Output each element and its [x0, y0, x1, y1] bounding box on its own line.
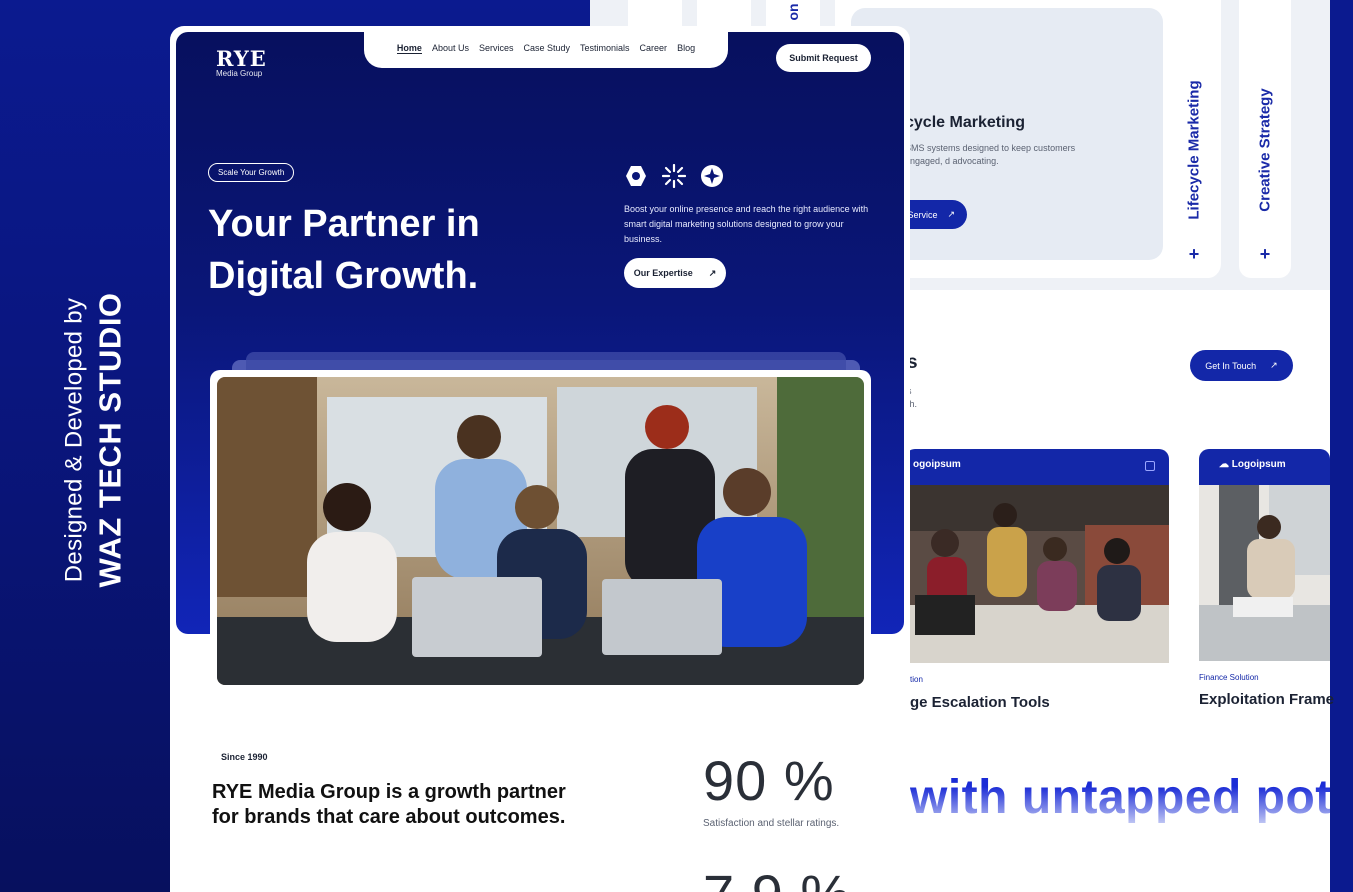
case-card-tag: Finance Solution	[1199, 673, 1259, 682]
case-card[interactable]: ogoipsum	[905, 449, 1169, 663]
stat-satisfaction-value: 90 %	[703, 749, 835, 812]
marquee-text: with untapped pot	[910, 771, 1330, 824]
hero-team-photo	[210, 370, 871, 688]
stat-satisfaction-label: Satisfaction and stellar ratings.	[703, 818, 840, 829]
brand-logo[interactable]: RYE Media Group	[216, 46, 267, 78]
hexagon-icon	[624, 164, 648, 188]
top-card-fragment	[628, 0, 682, 26]
hero-badge: Scale Your Growth	[208, 163, 295, 182]
brand-mark: RYE	[216, 46, 267, 71]
tab-lifecycle-marketing[interactable]: Lifecycle Marketing +	[1168, 0, 1220, 278]
since-label: Since 1990	[221, 752, 268, 762]
arrow-up-right-icon: ↗	[708, 267, 717, 278]
nav-about-us[interactable]: About Us	[432, 43, 469, 53]
landing-page: RYE Media Group Home About Us Services C…	[170, 26, 910, 892]
sparkle-circle-icon	[700, 164, 724, 188]
service-title: cycle Marketing	[905, 114, 1026, 131]
tab-label: Creative Strategy	[1256, 88, 1274, 212]
our-expertise-button[interactable]: Our Expertise ↗	[624, 258, 726, 288]
arrow-up-right-icon: ↗	[947, 209, 955, 219]
credit-vertical: Designed & Developed by WAZ TECH STUDIO	[40, 80, 150, 800]
nav-testimonials[interactable]: Testimonials	[580, 43, 630, 53]
get-in-touch-label: Get In Touch	[1205, 360, 1257, 371]
case-card-logo: ☁ Logoipsum	[1219, 459, 1286, 470]
hero-description: Boost your online presence and reach the…	[624, 204, 869, 244]
case-card-title[interactable]: Exploitation Frame	[1199, 691, 1334, 708]
arrow-up-right-icon: ↗	[1270, 360, 1278, 370]
brand-subtitle: Media Group	[216, 69, 263, 78]
stat-secondary-value: 7 9 %	[703, 862, 851, 892]
case-card-photo	[905, 485, 1169, 663]
submit-request-button[interactable]: Submit Request	[776, 44, 871, 72]
nav-home[interactable]: Home	[396, 43, 422, 54]
expand-icon[interactable]	[1145, 461, 1155, 471]
credit-line-2: WAZ TECH STUDIO	[93, 292, 129, 588]
hero-headline: Your Partner in Digital Growth.	[208, 203, 480, 297]
nav-case-study[interactable]: Case Study	[523, 43, 570, 53]
nav-blog[interactable]: Blog	[677, 43, 695, 53]
nav-services[interactable]: Services	[479, 43, 514, 53]
plus-icon: +	[1188, 244, 1200, 264]
case-card[interactable]: ☁ Logoipsum	[1199, 449, 1330, 661]
about-statement: RYE Media Group is a growth partner for …	[212, 781, 566, 828]
get-in-touch-button[interactable]: Get In Touch ↗	[1190, 350, 1293, 381]
our-expertise-label: Our Expertise	[633, 268, 693, 278]
sunburst-icon	[662, 164, 686, 188]
tab-creative-strategy[interactable]: Creative Strategy +	[1239, 0, 1291, 278]
credit-line-1: Designed & Developed by	[61, 297, 89, 583]
top-card-fragment	[697, 0, 751, 26]
case-card-title[interactable]: ge Escalation Tools	[910, 694, 1050, 711]
top-tab-fragment-label: on	[785, 3, 801, 21]
case-card-logo: ogoipsum	[913, 459, 961, 470]
top-card-fragment: on	[766, 0, 820, 26]
nav-career[interactable]: Career	[640, 43, 668, 53]
service-description: SMS systems designed to keep customers e…	[905, 143, 1076, 166]
right-edge-strip	[1330, 0, 1353, 892]
image-stack-layer	[246, 352, 846, 372]
service-button-label: Service	[907, 209, 938, 220]
case-card-tag: tion	[910, 675, 923, 684]
hero-icon-row	[624, 164, 724, 188]
cloud-icon: ☁	[1219, 459, 1229, 470]
plus-icon: +	[1259, 244, 1271, 264]
case-card-photo	[1199, 485, 1330, 661]
main-nav: Home About Us Services Case Study Testim…	[364, 32, 728, 68]
tab-label: Lifecycle Marketing	[1185, 80, 1203, 220]
team-meeting-illustration	[217, 377, 864, 685]
